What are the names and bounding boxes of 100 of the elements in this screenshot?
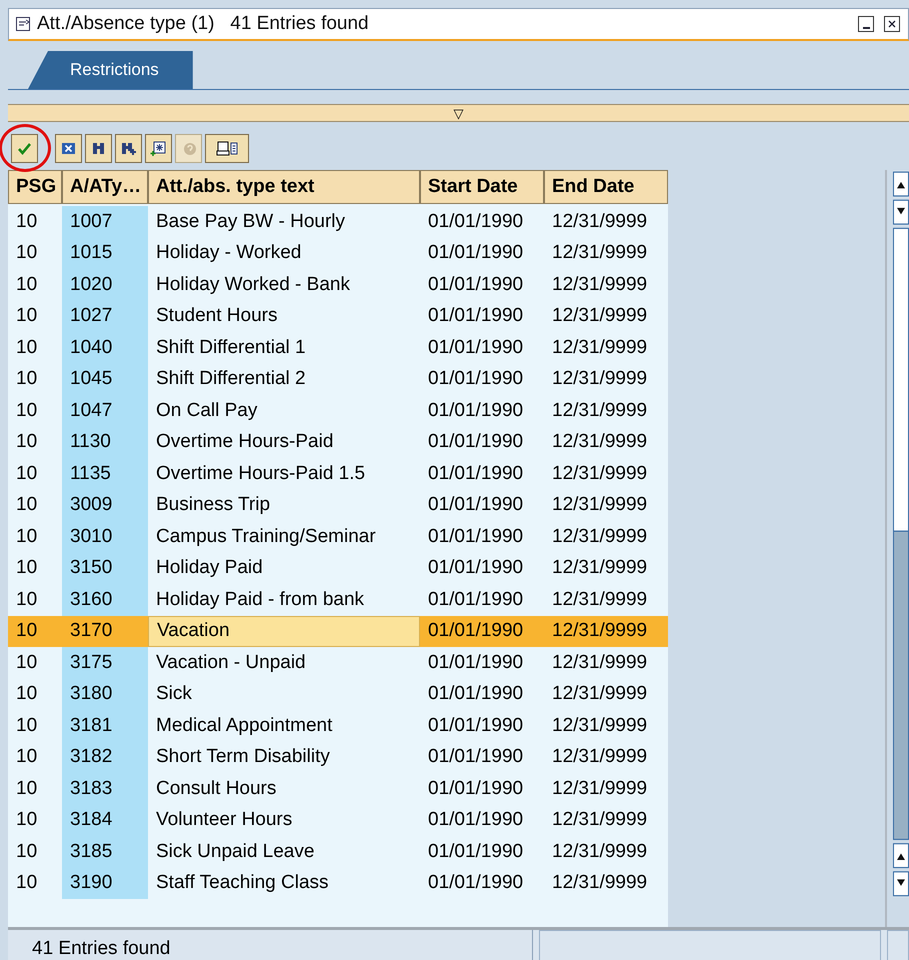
table-row[interactable]: 10 1040 Shift Differential 1 01/01/1990 12/31/9999 <box>8 332 668 364</box>
toolbar-button[interactable] <box>145 134 172 162</box>
column-header[interactable]: End Date <box>544 170 668 204</box>
tab[interactable]: Restrictions <box>28 51 193 89</box>
table-row[interactable]: 10 3182 Short Term Disability 01/01/1990 12/31/9999 <box>8 742 668 773</box>
table-row[interactable]: 10 3160 Holiday Paid - from bank 01/01/1990 12/31/9999 <box>8 584 668 616</box>
table-cell-text: 12/31/9999 <box>551 871 648 896</box>
table-cell-text: 10 <box>15 524 38 549</box>
column-header[interactable]: Att./abs. type text <box>148 170 420 204</box>
table-cell-text: 10 <box>15 367 38 392</box>
close-icon <box>886 18 898 30</box>
table-cell: 1130 <box>62 426 148 458</box>
table-cell-text: 01/01/1990 <box>427 682 524 706</box>
table-cell-text: On Call Pay <box>155 398 258 423</box>
table-row[interactable]: 10 3180 Sick 01/01/1990 12/31/9999 <box>8 678 668 710</box>
table-row[interactable]: 10 1047 On Call Pay 01/01/1990 12/31/9999 <box>8 395 668 426</box>
table-cell-text: 10 <box>15 210 38 234</box>
table-cell-text: 01/01/1990 <box>427 840 524 864</box>
table-cell: 1007 <box>62 206 148 238</box>
table-cell-text: 01/01/1990 <box>427 241 524 266</box>
table-cell-text: 01/01/1990 <box>427 808 524 832</box>
table-row[interactable]: 10 3150 Holiday Paid 01/01/1990 12/31/9999 <box>8 552 668 584</box>
column-header[interactable]: PSG <box>8 170 62 204</box>
table-cell-text: 10 <box>15 682 38 706</box>
table-cell-text: Business Trip <box>155 493 272 518</box>
table-cell: 3182 <box>62 742 148 773</box>
printer-icon <box>216 140 238 156</box>
table-cell: 3180 <box>62 678 148 710</box>
table-cell-text: 12/31/9999 <box>551 619 648 644</box>
table-cell-text: Volunteer Hours <box>155 808 294 832</box>
table-cell-text: 01/01/1990 <box>427 714 524 738</box>
table-row[interactable]: 10 3175 Vacation - Unpaid 01/01/1990 12/31/9999 <box>8 647 668 678</box>
table-row[interactable]: 10 3185 Sick Unpaid Leave 01/01/1990 12/31/9999 <box>8 836 668 868</box>
table-cell-text: 01/01/1990 <box>427 493 524 518</box>
table-cell-text: 10 <box>15 336 38 360</box>
table-cell-text: 12/31/9999 <box>551 430 648 454</box>
toolbar-button[interactable] <box>55 134 82 162</box>
toolbar-button[interactable] <box>115 134 142 162</box>
splitter-bar[interactable]: ▽ <box>8 104 909 122</box>
table-cell-text: Staff Teaching Class <box>155 871 330 896</box>
table-row[interactable]: 10 1045 Shift Differential 2 01/01/1990 12/31/9999 <box>8 364 668 395</box>
table-row[interactable]: 10 3181 Medical Appointment 01/01/1990 12/31/9999 <box>8 710 668 742</box>
table-cell-text: 12/31/9999 <box>551 682 648 706</box>
table-cell: 3009 <box>62 490 148 521</box>
window-icon <box>15 16 31 32</box>
table-cell: 3184 <box>62 804 148 836</box>
table-cell-text: 10 <box>15 304 38 328</box>
table-row[interactable]: 10 3009 Business Trip 01/01/1990 12/31/9999 <box>8 490 668 521</box>
table-row[interactable]: 10 3010 Campus Training/Seminar 01/01/1990 12/31/9999 <box>8 521 668 552</box>
table-cell-text: Overtime Hours-Paid 1.5 <box>155 462 366 486</box>
table-cell: 3185 <box>62 836 148 868</box>
table-cell-text: Student Hours <box>155 304 278 328</box>
table-cell-text: 01/01/1990 <box>427 619 524 644</box>
table-cell-text: Holiday Paid <box>155 556 264 580</box>
table-cell-text: 10 <box>15 272 38 297</box>
table-cell-text: 10 <box>15 556 38 580</box>
table-cell-text: Short Term Disability <box>155 745 331 770</box>
table-cell-text: Shift Differential 2 <box>155 367 307 392</box>
table-cell-text: 01/01/1990 <box>427 398 524 423</box>
minimize-button[interactable] <box>858 16 874 32</box>
close-button[interactable] <box>884 16 900 32</box>
table-cell-text: 10 <box>15 398 38 423</box>
table-row[interactable]: 10 1007 Base Pay BW - Hourly 01/01/1990 12/31/9999 <box>8 206 668 238</box>
table-cell: Vacation <box>148 616 420 647</box>
table-cell-text: 12/31/9999 <box>551 776 648 801</box>
table-row[interactable]: 10 3183 Consult Hours 01/01/1990 12/31/9999 <box>8 773 668 804</box>
table-cell-text: 10 <box>15 871 38 896</box>
table-cell-text: 10 <box>15 588 38 612</box>
table-row[interactable]: 10 1027 Student Hours 01/01/1990 12/31/9999 <box>8 300 668 332</box>
table-cell-text: Holiday - Worked <box>155 241 302 266</box>
table-cell: 3181 <box>62 710 148 742</box>
table-cell-text: 12/31/9999 <box>551 367 648 392</box>
table-cell-text: Medical Appointment <box>155 714 334 738</box>
toolbar-button[interactable] <box>85 134 112 162</box>
table-cell-text: 12/31/9999 <box>551 556 648 580</box>
table-row[interactable]: 10 3170 Vacation 01/01/1990 12/31/9999 <box>8 616 668 647</box>
table-cell-text: 10 <box>15 241 38 266</box>
table-cell-text: 12/31/9999 <box>551 462 648 486</box>
table-cell-text: Campus Training/Seminar <box>155 524 377 549</box>
table-row[interactable]: 10 3190 Staff Teaching Class 01/01/1990 12/31/9999 <box>8 868 668 899</box>
table-cell-text: Overtime Hours-Paid <box>155 430 334 454</box>
table-cell-text: 01/01/1990 <box>427 524 524 549</box>
table-row[interactable]: 10 1015 Holiday - Worked 01/01/1990 12/31/9999 <box>8 238 668 269</box>
table-cell: 3175 <box>62 647 148 678</box>
table-cell-text: 01/01/1990 <box>427 430 524 454</box>
table-cell-text: 12/31/9999 <box>551 808 648 832</box>
table-row[interactable]: 10 1020 Holiday Worked - Bank 01/01/1990 12/31/9999 <box>8 269 668 300</box>
table-cell-text: 10 <box>15 808 38 832</box>
table-row[interactable]: 10 1130 Overtime Hours-Paid 01/01/1990 12/31/9999 <box>8 426 668 458</box>
table-cell-text: 12/31/9999 <box>551 714 648 738</box>
table-cell-text: 10 <box>15 430 38 454</box>
column-header[interactable]: A/ATy… <box>62 170 148 204</box>
table-cell-text: Holiday Paid - from bank <box>155 588 366 612</box>
table-row[interactable]: 10 1135 Overtime Hours-Paid 1.5 01/01/1990 12/31/9999 <box>8 458 668 490</box>
column-header[interactable]: Start Date <box>420 170 544 204</box>
table-cell-text: 01/01/1990 <box>427 462 524 486</box>
toolbar-button[interactable] <box>205 134 249 162</box>
table-row[interactable]: 10 3184 Volunteer Hours 01/01/1990 12/31/9999 <box>8 804 668 836</box>
table-cell-text: 10 <box>15 776 38 801</box>
table-cell-text: 10 <box>15 650 38 675</box>
